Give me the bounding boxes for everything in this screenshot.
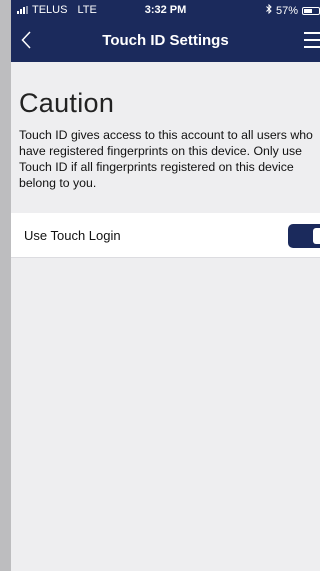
touch-login-setting-row: Use Touch Login [11,213,320,258]
navigation-bar: Touch ID Settings [11,20,320,62]
menu-button[interactable] [304,32,320,48]
app-screen: TELUS LTE 3:32 PM 57% Touch ID Settings … [11,0,320,571]
battery-icon [302,6,320,15]
left-edge-strip [0,0,11,571]
battery-percent: 57% [275,4,298,17]
touch-login-toggle[interactable] [288,224,320,248]
toggle-knob[interactable] [313,228,320,244]
caution-heading: Caution [19,88,115,118]
bluetooth-icon [266,3,272,17]
page-title: Touch ID Settings [102,32,229,49]
touch-login-label: Use Touch Login [24,228,121,243]
status-bar: TELUS LTE 3:32 PM 57% [11,0,320,20]
hamburger-menu-icon [304,32,320,34]
caution-message: Touch ID gives access to this account to… [19,128,313,190]
status-right: 57% [266,3,320,17]
